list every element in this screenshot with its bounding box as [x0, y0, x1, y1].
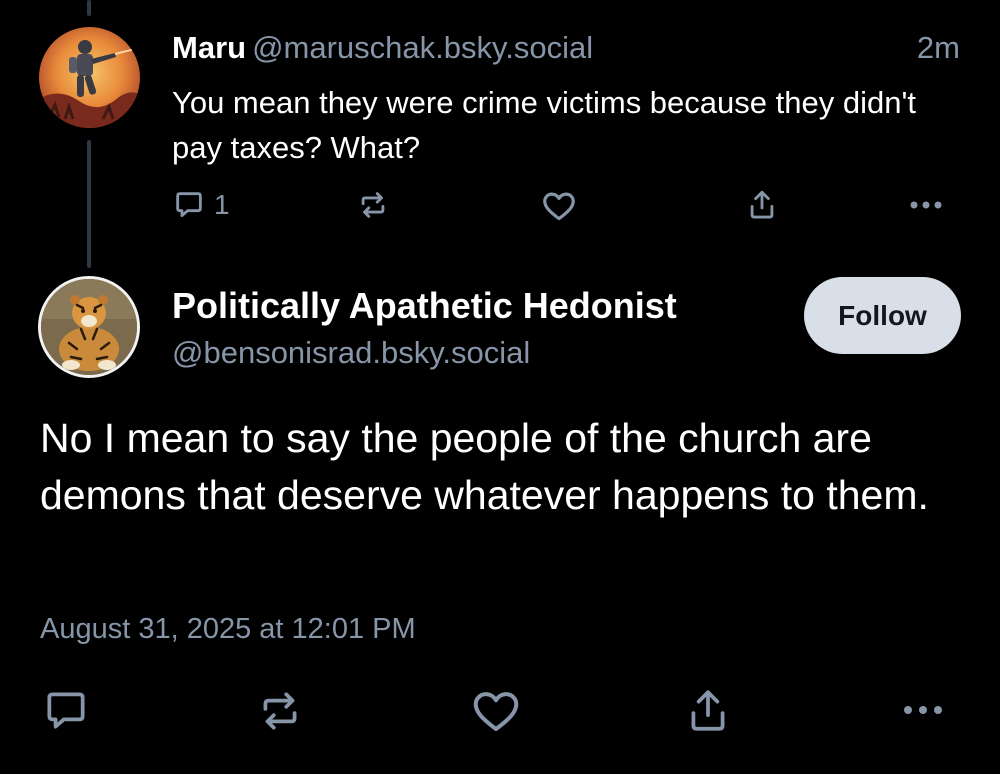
repost-icon	[361, 192, 385, 218]
post-timestamp: August 31, 2025 at 12:01 PM	[40, 613, 416, 645]
share-button[interactable]	[745, 188, 779, 222]
thread-connector-top	[87, 0, 91, 16]
comment-icon	[176, 192, 202, 218]
more-options-button[interactable]	[906, 190, 946, 220]
author-name[interactable]: Maru	[172, 30, 246, 65]
repost-button[interactable]	[356, 188, 390, 222]
share-icon	[691, 690, 725, 731]
more-icon	[910, 201, 942, 209]
reply-author[interactable]: Maru @maruschak.bsky.social	[172, 30, 593, 66]
like-button[interactable]	[469, 684, 523, 738]
avatar[interactable]	[39, 27, 140, 128]
avatar[interactable]	[38, 276, 140, 378]
repost-icon	[263, 692, 297, 730]
reply-button[interactable]	[41, 686, 91, 736]
share-icon	[750, 190, 774, 219]
reply-button[interactable]: 1	[172, 188, 230, 222]
relative-timestamp[interactable]: 2m	[917, 30, 960, 66]
heart-icon	[543, 192, 575, 221]
thread-connector	[87, 140, 91, 268]
author-handle[interactable]: @maruschak.bsky.social	[252, 30, 593, 65]
share-button[interactable]	[683, 686, 733, 736]
like-button[interactable]	[540, 187, 578, 225]
heart-icon	[473, 692, 519, 732]
repost-button[interactable]	[255, 686, 305, 736]
post-text: No I mean to say the people of the churc…	[40, 415, 929, 518]
comment-icon	[47, 692, 85, 729]
more-icon	[904, 706, 942, 714]
author-handle[interactable]: @bensonisrad.bsky.social	[172, 334, 530, 372]
more-options-button[interactable]	[898, 694, 948, 726]
reply-text: You mean they were crime victims because…	[172, 85, 916, 165]
astronaut-avatar-icon	[39, 27, 140, 128]
tiger-avatar-icon	[41, 279, 137, 375]
reply-count: 1	[214, 189, 230, 220]
follow-button[interactable]: Follow	[804, 277, 961, 354]
author-name[interactable]: Politically Apathetic Hedonist	[172, 285, 677, 327]
